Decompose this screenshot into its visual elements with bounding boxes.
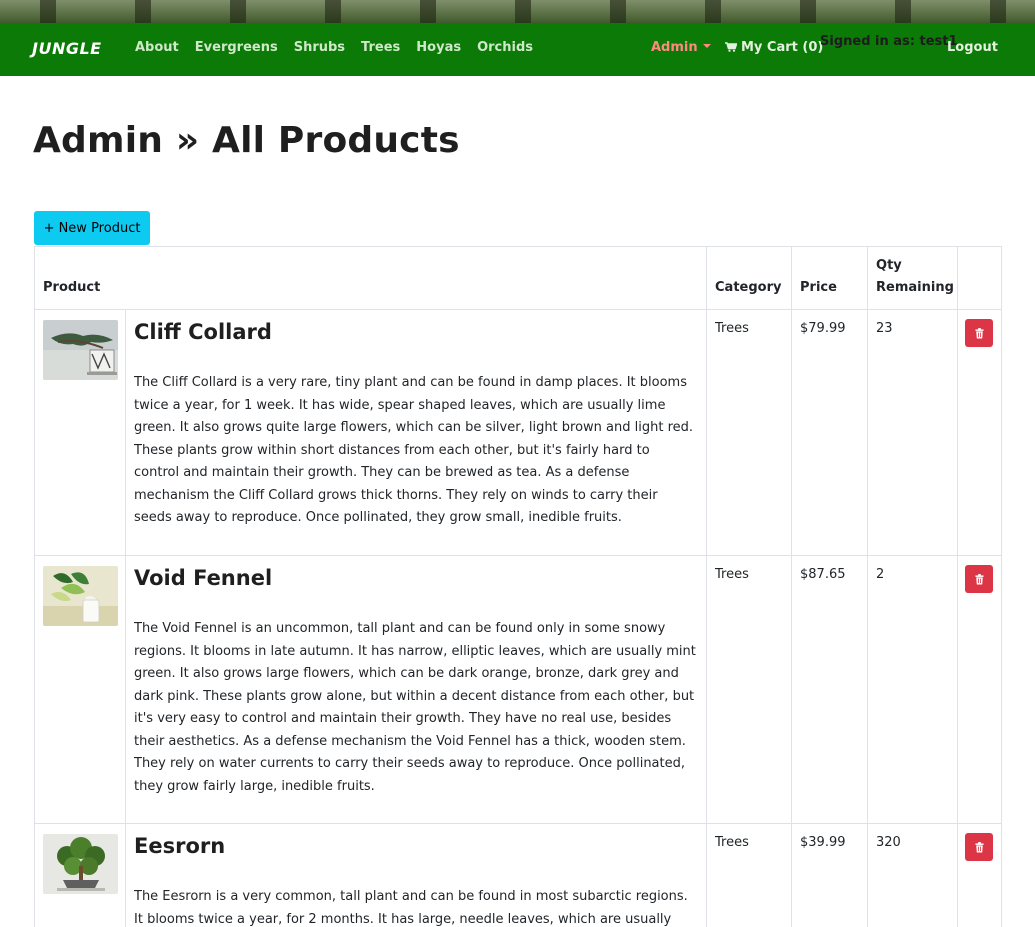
trash-icon [974, 327, 984, 339]
chevron-down-icon [702, 44, 711, 48]
product-description: The Eesrorn is a very common, tall plant… [134, 889, 688, 927]
delete-product-button[interactable] [965, 319, 994, 347]
product-price: $87.65 [791, 555, 869, 824]
page-title: Admin » All Products [33, 120, 460, 161]
product-category: Trees [706, 555, 793, 824]
nav-link-shrubs[interactable]: Shrubs [294, 40, 345, 55]
product-image-void-fennel[interactable] [43, 566, 118, 626]
header-price: Price [791, 246, 869, 310]
table-header-row: Product Category Price Qty Remaining [33, 246, 1003, 310]
header-qty-remaining: Qty Remaining [867, 246, 959, 310]
signed-in-status: Signed in as: test1 [820, 34, 958, 49]
table-row: Eesrorn The Eesrorn is a very common, ta… [34, 823, 1003, 927]
cart-icon [725, 42, 737, 52]
cart-link[interactable]: My Cart (0) [725, 40, 823, 55]
header-category: Category [706, 246, 793, 310]
product-info-cell: Void Fennel The Void Fennel is an uncomm… [124, 555, 708, 824]
nav-link-trees[interactable]: Trees [361, 40, 400, 55]
product-image-cell [34, 555, 126, 824]
product-qty: 2 [867, 555, 959, 824]
trash-icon [974, 573, 984, 585]
product-price: $79.99 [791, 309, 869, 556]
nav-link-orchids[interactable]: Orchids [477, 40, 533, 55]
delete-product-button[interactable] [965, 565, 994, 593]
product-qty: 23 [867, 309, 959, 556]
cart-label: My Cart (0) [741, 40, 824, 55]
nav-link-hoyas[interactable]: Hoyas [416, 40, 461, 55]
admin-dropdown-label: Admin [651, 40, 698, 55]
product-actions-cell [957, 309, 1003, 556]
product-image-cell [34, 823, 126, 927]
trash-icon [974, 841, 984, 853]
delete-product-button[interactable] [965, 833, 994, 861]
new-product-button[interactable]: + New Product [34, 211, 150, 245]
product-price: $39.99 [791, 823, 869, 927]
header-actions [957, 246, 1003, 310]
product-image-eesrorn[interactable] [43, 834, 118, 894]
product-actions-cell [957, 555, 1003, 824]
product-info-cell: Cliff Collard The Cliff Collard is a ver… [124, 309, 708, 556]
product-category: Trees [706, 823, 793, 927]
product-name[interactable]: Cliff Collard [134, 320, 698, 344]
product-name[interactable]: Void Fennel [134, 566, 698, 590]
product-info-cell: Eesrorn The Eesrorn is a very common, ta… [124, 823, 708, 927]
admin-dropdown[interactable]: Admin [651, 40, 711, 55]
product-name[interactable]: Eesrorn [134, 834, 698, 858]
nav-link-about[interactable]: About [135, 40, 179, 55]
product-description: The Cliff Collard is a very rare, tiny p… [134, 375, 694, 525]
brand-logo[interactable]: JUNGLE [32, 39, 102, 58]
navbar: JUNGLE About Evergreens Shrubs Trees Hoy… [0, 23, 1035, 76]
product-description: The Void Fennel is an uncommon, tall pla… [134, 621, 696, 794]
product-category: Trees [706, 309, 793, 556]
hero-banner-strip [0, 0, 1035, 23]
table-row: Void Fennel The Void Fennel is an uncomm… [34, 555, 1003, 824]
product-actions-cell [957, 823, 1003, 927]
product-image-cliff-collard[interactable] [43, 320, 118, 380]
nav-links: About Evergreens Shrubs Trees Hoyas Orch… [135, 40, 549, 55]
table-row: Cliff Collard The Cliff Collard is a ver… [34, 309, 1003, 556]
header-product: Product [33, 246, 708, 310]
nav-link-evergreens[interactable]: Evergreens [195, 40, 278, 55]
logout-link[interactable]: Logout [947, 40, 998, 55]
product-image-cell [34, 309, 126, 556]
product-qty: 320 [867, 823, 959, 927]
products-table: Product Category Price Qty Remaining Cli… [33, 246, 1003, 927]
